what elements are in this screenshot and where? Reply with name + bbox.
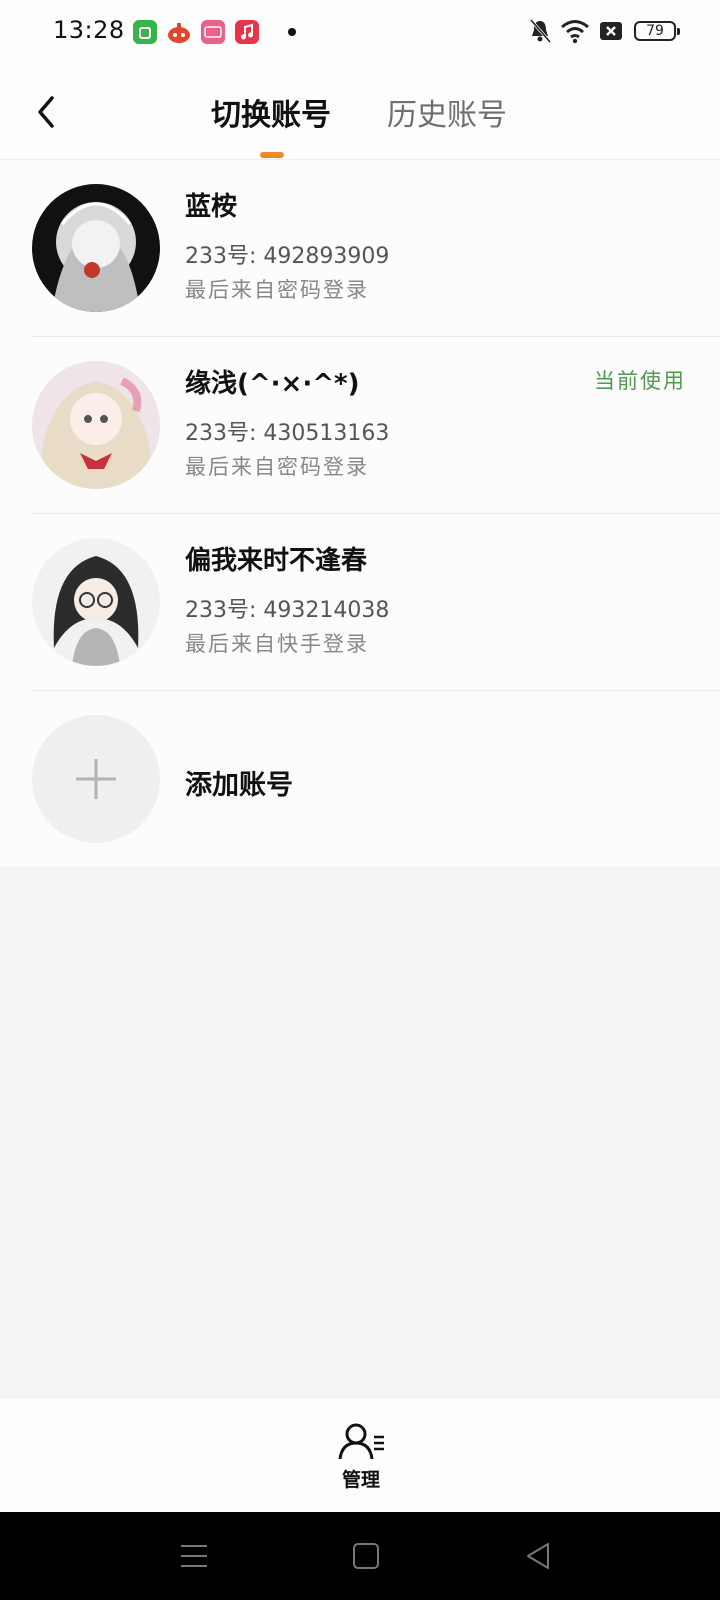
account-item[interactable]: 缘浅(^·×·^*) 当前使用 233号: 430513163 最后来自密码登录 (0, 337, 720, 514)
avatar (32, 184, 160, 312)
music-icon (235, 20, 259, 44)
game-icon (167, 20, 191, 44)
no-sim-icon (598, 18, 624, 48)
login-source: 最后来自快手登录 (185, 632, 369, 656)
plus-icon (76, 759, 116, 799)
account-item[interactable]: 蓝桉 233号: 492893909 最后来自密码登录 (0, 160, 720, 337)
avatar (32, 538, 160, 666)
account-name: 蓝桉 (185, 192, 238, 222)
account-item[interactable]: 偏我来时不逢春 233号: 493214038 最后来自快手登录 (0, 514, 720, 691)
login-source: 最后来自密码登录 (185, 278, 369, 302)
add-account-circle (32, 715, 160, 843)
login-source: 最后来自密码登录 (185, 455, 369, 479)
status-bar: 13:28 79 (0, 0, 720, 66)
account-id: 233号: 430513163 (185, 421, 390, 446)
current-account-badge: 当前使用 (594, 369, 686, 393)
user-manage-icon (338, 1423, 384, 1460)
system-nav-bar (0, 1512, 720, 1600)
add-account-button[interactable]: 添加账号 (0, 691, 720, 866)
home-icon[interactable] (348, 1538, 384, 1574)
wifi-icon (560, 18, 590, 48)
add-account-label: 添加账号 (185, 770, 293, 801)
bottom-bar: 管理 (0, 1399, 720, 1512)
menu-icon[interactable] (177, 1538, 213, 1574)
tab-switch-account[interactable]: 切换账号 (211, 90, 331, 134)
mute-bell-icon (528, 18, 552, 48)
battery-icon: 79 (634, 21, 680, 41)
account-name: 缘浅(^·×·^*) (185, 369, 360, 399)
tab-history-account[interactable]: 历史账号 (387, 90, 507, 134)
manage-button[interactable]: 管理 (326, 1421, 396, 1499)
app-store-icon (133, 20, 157, 44)
weibo-icon (201, 20, 225, 44)
back-triangle-icon[interactable] (520, 1538, 556, 1574)
avatar (32, 361, 160, 489)
chevron-left-icon (38, 96, 54, 128)
back-button[interactable] (30, 92, 66, 132)
header: 切换账号 历史账号 (0, 66, 720, 160)
account-id: 233号: 492893909 (185, 244, 390, 269)
account-id: 233号: 493214038 (185, 598, 390, 623)
active-tab-indicator (260, 152, 284, 158)
manage-label: 管理 (341, 1469, 380, 1491)
account-list: 蓝桉 233号: 492893909 最后来自密码登录 缘浅(^·×·^*) 当… (0, 160, 720, 866)
status-time: 13:28 (53, 16, 125, 44)
account-name: 偏我来时不逢春 (185, 546, 368, 576)
notification-dot-icon (288, 28, 296, 36)
